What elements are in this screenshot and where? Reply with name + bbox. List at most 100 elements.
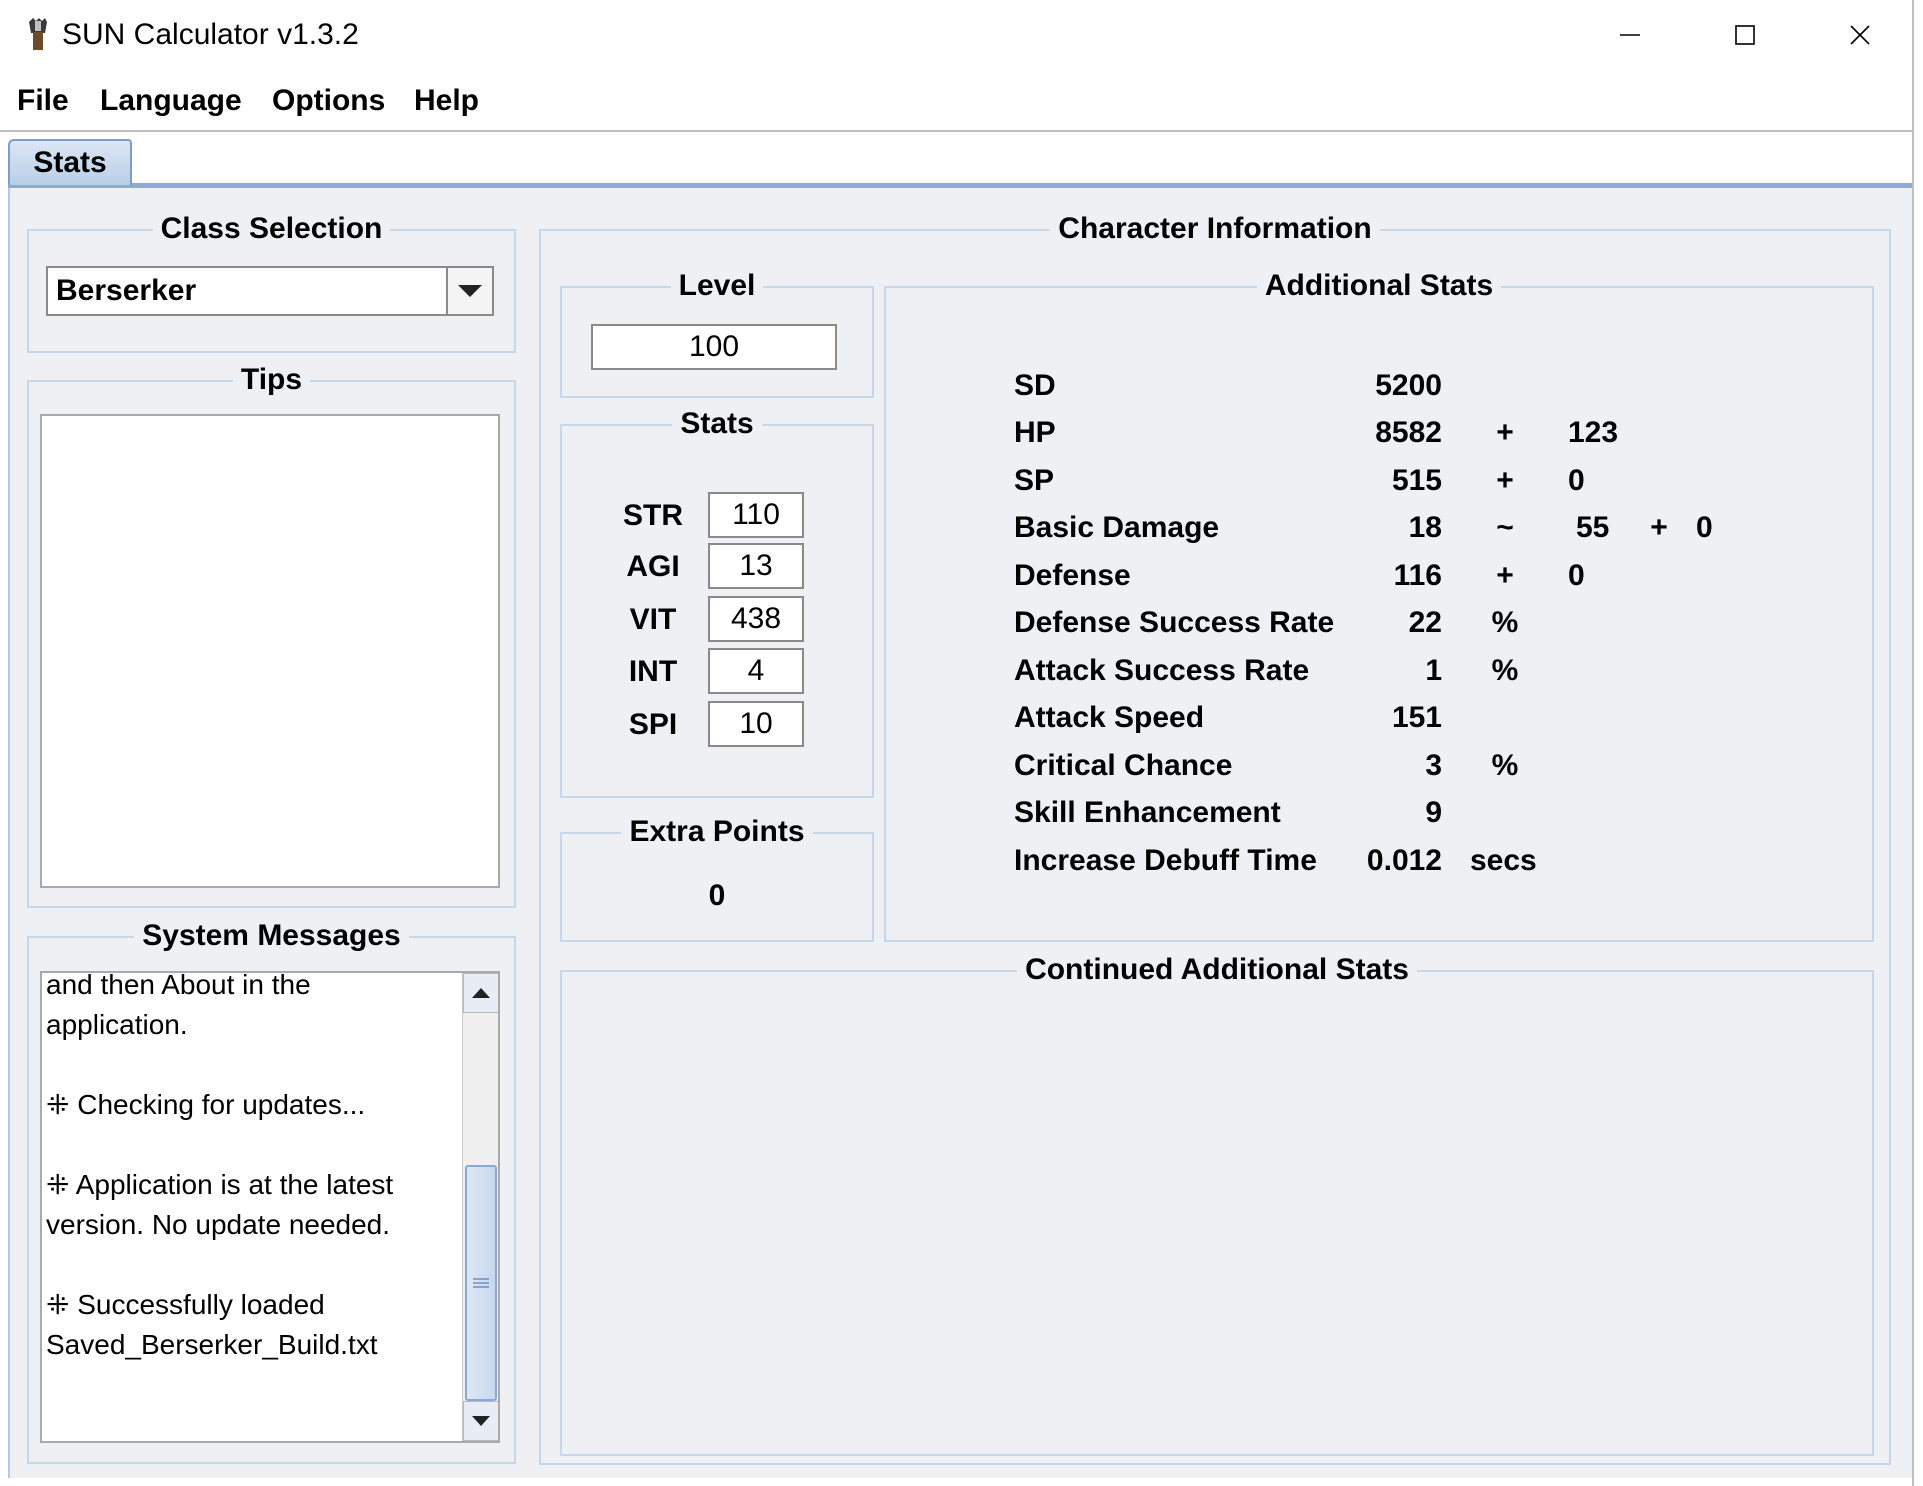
menu-options[interactable]: Options [270, 82, 387, 120]
menu-language[interactable]: Language [98, 82, 244, 120]
defense-success-rate-value: 22 [1408, 606, 1442, 639]
minimize-icon [1619, 34, 1640, 36]
hp-plus: + [1496, 416, 1514, 449]
defense-bonus: 0 [1568, 559, 1585, 592]
int-label: INT [628, 655, 678, 688]
vit-input[interactable]: 438 [708, 596, 804, 642]
scroll-down-button[interactable] [463, 1401, 498, 1441]
tips-text-area[interactable] [40, 414, 500, 888]
minimize-button[interactable] [1572, 0, 1687, 70]
sp-bonus: 0 [1568, 464, 1585, 497]
basic-damage-plus: + [1650, 511, 1668, 544]
attack-speed-label: Attack Speed [1014, 701, 1205, 734]
vit-label: VIT [629, 603, 677, 636]
class-dropdown-value: Berserker [56, 274, 197, 307]
skill-enhancement-label: Skill Enhancement [1014, 796, 1281, 829]
chevron-down-icon [458, 285, 482, 297]
extra-points-title: Extra Points [621, 815, 813, 848]
message-line [46, 1245, 456, 1285]
attack-speed-value: 151 [1391, 701, 1442, 734]
critical-chance-value: 3 [1425, 749, 1442, 782]
system-messages-title: System Messages [134, 919, 409, 952]
agi-label: AGI [626, 550, 680, 583]
dropdown-arrow-button[interactable] [446, 268, 492, 314]
increase-debuff-time-unit: secs [1470, 844, 1537, 877]
hp-value: 8582 [1375, 416, 1442, 449]
scrollbar-thumb[interactable] [465, 1165, 497, 1401]
sd-value: 5200 [1375, 369, 1442, 402]
defense-success-rate-unit: % [1491, 606, 1519, 639]
basic-damage-min: 18 [1408, 511, 1442, 544]
menu-separator [0, 130, 1923, 132]
spi-label: SPI [628, 708, 678, 741]
window-right-edge [1912, 0, 1923, 1486]
tips-title: Tips [232, 363, 311, 396]
hp-label: HP [1014, 416, 1056, 449]
stats-title: Stats [672, 407, 762, 440]
hp-bonus: 123 [1568, 416, 1619, 449]
level-input[interactable]: 100 [591, 324, 837, 370]
increase-debuff-time-label: Increase Debuff Time [1014, 844, 1317, 877]
message-line: version. No update needed. [46, 1209, 391, 1240]
attack-success-rate-unit: % [1491, 654, 1519, 687]
message-line: ⁜ Successfully loaded [46, 1289, 325, 1320]
str-label: STR [623, 499, 683, 532]
message-line [46, 1045, 456, 1085]
arrow-up-icon [472, 988, 490, 998]
sd-label: SD [1014, 369, 1056, 402]
close-button[interactable] [1802, 0, 1917, 70]
agi-input[interactable]: 13 [708, 543, 804, 589]
attack-success-rate-label: Attack Success Rate [1014, 654, 1310, 687]
level-title: Level [670, 269, 764, 302]
message-line: Saved_Berserker_Build.txt [46, 1329, 378, 1360]
continued-additional-stats-group: Continued Additional Stats [560, 953, 1874, 1456]
basic-damage-bonus: 0 [1696, 511, 1713, 544]
basic-damage-max: 55 [1576, 511, 1610, 544]
spi-input[interactable]: 10 [708, 701, 804, 747]
arrow-down-icon [472, 1416, 490, 1426]
class-dropdown[interactable]: Berserker [46, 266, 494, 316]
message-line: and then About in the [46, 971, 311, 1000]
basic-damage-tilde: ~ [1496, 511, 1514, 544]
tab-strip-border [8, 183, 1914, 188]
critical-chance-label: Critical Chance [1014, 749, 1233, 782]
title-bar: SUN Calculator v1.3.2 [0, 0, 1923, 70]
skill-enhancement-value: 9 [1425, 796, 1442, 829]
defense-success-rate-label: Defense Success Rate [1014, 606, 1335, 639]
sp-value: 515 [1391, 464, 1442, 497]
character-information-title: Character Information [1050, 212, 1380, 245]
maximize-button[interactable] [1687, 0, 1802, 70]
sp-plus: + [1496, 464, 1514, 497]
tab-stats[interactable]: Stats [8, 139, 132, 185]
critical-chance-unit: % [1491, 749, 1519, 782]
int-input[interactable]: 4 [708, 648, 804, 694]
basic-damage-label: Basic Damage [1014, 511, 1220, 544]
scroll-up-button[interactable] [463, 973, 498, 1013]
close-icon [1849, 25, 1870, 45]
menu-file[interactable]: File [15, 82, 71, 120]
defense-label: Defense [1014, 559, 1131, 592]
message-line: ⁜ Checking for updates... [46, 1089, 366, 1120]
message-line [46, 1125, 456, 1165]
vertical-scrollbar[interactable] [462, 973, 498, 1441]
grip-icon [473, 1278, 489, 1288]
defense-plus: + [1496, 559, 1514, 592]
increase-debuff-time-value: 0.012 [1366, 844, 1442, 877]
defense-value: 116 [1393, 559, 1442, 592]
attack-success-rate-value: 1 [1425, 654, 1442, 687]
menu-bar: File Language Options Help [0, 70, 1923, 132]
maximize-icon [1734, 25, 1755, 45]
torch-icon [29, 18, 47, 50]
menu-help[interactable]: Help [412, 82, 481, 120]
additional-stats-title: Additional Stats [1256, 269, 1502, 302]
extra-points-value: 0 [708, 879, 726, 912]
str-input[interactable]: 110 [708, 492, 804, 538]
class-selection-title: Class Selection [152, 212, 391, 245]
sp-label: SP [1014, 464, 1055, 497]
continued-additional-stats-title: Continued Additional Stats [1017, 953, 1417, 986]
message-line: ⁜ Application is at the latest [46, 1169, 394, 1200]
window-title: SUN Calculator v1.3.2 [62, 18, 359, 51]
message-line: application. [46, 1009, 188, 1040]
system-messages-text-area[interactable]: and then About in the application. ⁜ Che… [40, 971, 500, 1443]
system-messages-log: and then About in the application. ⁜ Che… [46, 971, 456, 1365]
